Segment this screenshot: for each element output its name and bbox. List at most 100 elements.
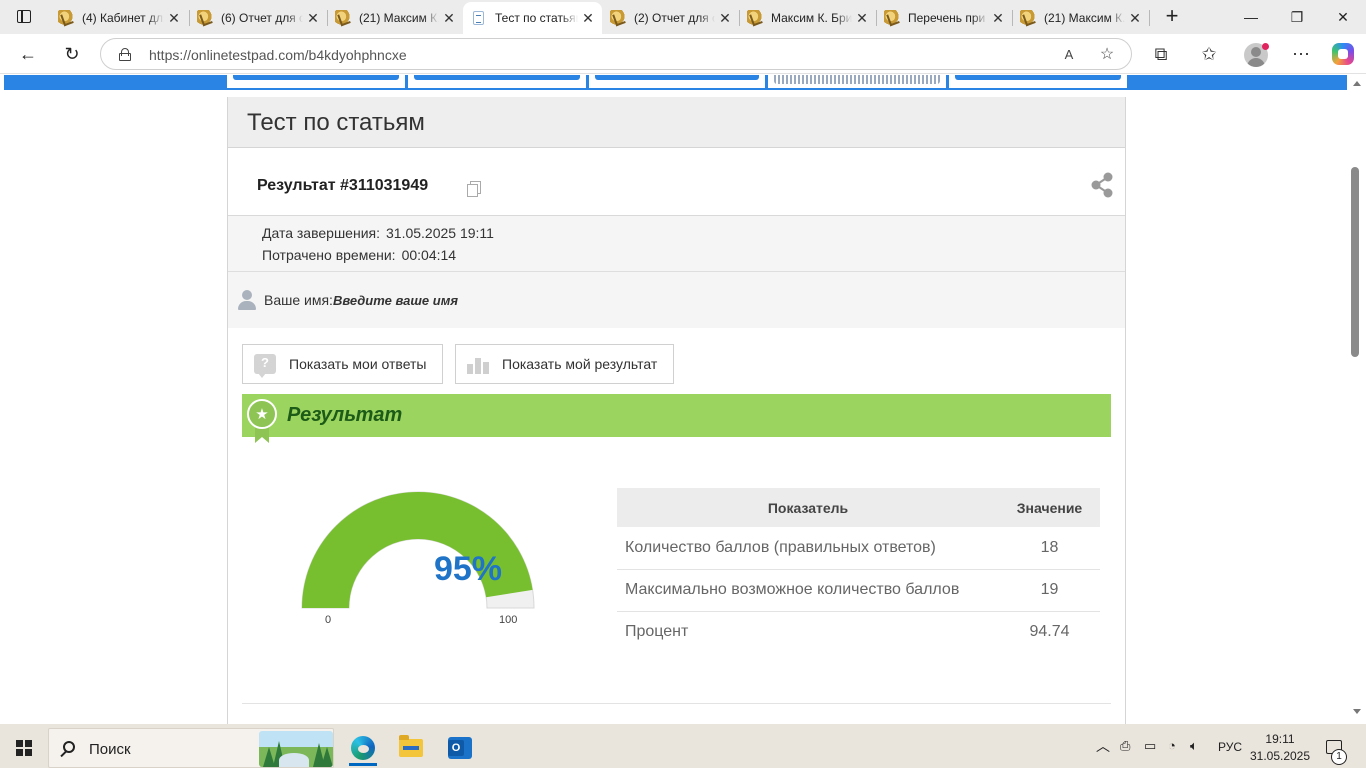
row-name: Процент [625,623,689,641]
close-window-icon[interactable]: ✕ [1320,0,1366,34]
tab-title: (2) Отчет для ст [634,11,715,25]
tab-title: (21) Максим К. [359,11,439,25]
more-menu-icon[interactable]: ⋯ [1290,43,1312,65]
outlook-icon[interactable] [440,730,480,766]
tab-title: Перечень при [908,11,986,25]
result-header: Результат #311031949 [228,148,1125,216]
gold-owl-icon [335,10,351,26]
close-tab-icon[interactable]: ✕ [715,10,735,27]
close-tab-icon[interactable]: ✕ [988,10,1008,27]
gauge-max-label: 100 [499,614,518,626]
name-input[interactable]: Введите ваше имя [333,293,458,308]
site-nav-tile[interactable] [408,75,586,88]
taskbar-clock[interactable]: 19:11 31.05.2025 [1244,731,1316,765]
show-answers-button[interactable]: Показать мои ответы [242,344,443,384]
test-result-card: Тест по статьям Результат #311031949 Дат… [227,97,1126,724]
gold-owl-icon [747,10,763,26]
notification-badge: 1 [1331,749,1347,765]
share-icon[interactable] [1090,172,1114,198]
browser-tab[interactable]: (6) Отчет для ст ✕ [189,4,327,32]
site-nav-tile[interactable] [227,75,405,88]
gold-owl-icon [58,10,74,26]
tab-title: (21) Максим К. [1044,11,1125,25]
test-doc-icon [473,11,484,25]
site-nav-tile[interactable] [949,75,1127,88]
windows-start-icon[interactable] [16,740,32,756]
row-name: Максимально возможное количество баллов [617,569,999,612]
browser-tab[interactable]: (21) Максим К. ✕ [327,4,463,32]
result-meta: Дата завершения: 31.05.2025 19:11 Потраче… [228,216,1125,272]
page-scrollbar[interactable] [1349,75,1366,724]
browser-tab[interactable]: Максим К. Бри ✕ [739,4,876,32]
taskbar-search[interactable]: Поиск [48,728,334,768]
completion-label: Дата завершения: [262,225,380,241]
wifi-icon[interactable]: ◔ [1168,738,1176,753]
volume-icon[interactable]: 🔈︎ [1190,738,1198,754]
gold-owl-icon [197,10,213,26]
result-banner: Результат [242,394,1111,443]
close-tab-icon[interactable]: ✕ [852,10,872,27]
medal-icon [247,399,277,447]
close-tab-icon[interactable]: ✕ [303,10,323,27]
restore-icon[interactable]: ❐ [1274,0,1320,34]
scroll-up-icon[interactable] [1353,81,1361,86]
tab-title: (4) Кабинет для [82,11,164,25]
gold-owl-icon [884,10,900,26]
site-nav-tile[interactable] [768,75,946,88]
scroll-thumb[interactable] [1351,167,1359,357]
browser-tab-active[interactable]: Тест по статьям ✕ [463,2,602,34]
extensions-icon[interactable]: ⧉ [1150,43,1172,65]
clock-date: 31.05.2025 [1249,749,1311,763]
battery-icon[interactable]: ▭ [1144,738,1156,754]
browser-toolbar: ← ↻ https://onlinetestpad.com/b4kdyohphn… [0,34,1366,74]
search-highlight-image[interactable] [259,731,333,767]
language-indicator[interactable]: РУС [1218,740,1242,754]
address-bar[interactable]: https://onlinetestpad.com/b4kdyohphncxe … [100,38,1132,70]
close-tab-icon[interactable]: ✕ [439,10,459,27]
browser-tab[interactable]: (4) Кабинет для ✕ [50,4,188,32]
show-answers-label: Показать мои ответы [289,356,427,372]
table-row: Максимально возможное количество баллов … [617,569,1100,612]
table-row: Процент 94.74 [617,611,1100,653]
tray-overflow-chevron-icon[interactable]: ︿ [1096,736,1110,756]
windows-taskbar: Поиск ︿ ⎙ ▭ ◔ 🔈︎ РУС 19:11 31.05.2025 1 [0,724,1366,768]
browser-tab[interactable]: (21) Максим К. ✕ [1012,4,1149,32]
copilot-icon[interactable] [1332,43,1354,65]
edge-taskbar-icon[interactable] [343,730,383,766]
row-value: 94.74 [1029,623,1070,641]
back-icon[interactable]: ← [12,39,44,69]
completion-date: Дата завершения: 31.05.2025 19:11 [262,225,494,241]
lock-icon[interactable] [119,48,131,61]
refresh-icon[interactable]: ↻ [56,39,88,69]
close-tab-icon[interactable]: ✕ [1125,10,1145,27]
browser-tab[interactable]: (2) Отчет для ст ✕ [602,4,739,32]
new-tab-icon[interactable]: + [1160,5,1184,29]
close-tab-icon[interactable]: ✕ [164,10,184,27]
tab-title: (6) Отчет для ст [221,11,303,25]
close-tab-icon[interactable]: ✕ [578,10,598,27]
favorite-star-icon[interactable]: ☆ [1097,45,1117,65]
result-body: Показать мои ответы Показать мой результ… [228,328,1125,724]
site-nav-tile[interactable] [589,75,765,88]
tab-actions-icon[interactable] [8,4,40,30]
test-title: Тест по статьям [228,97,1125,148]
show-result-button[interactable]: Показать мой результат [455,344,674,384]
name-label: Ваше имя:Введите ваше имя [264,292,458,308]
show-result-label: Показать мой результат [502,356,658,372]
score-table: Показатель Значение Количество баллов (п… [617,488,1100,653]
file-explorer-icon[interactable] [391,730,431,766]
time-spent: Потрачено времени: 00:04:14 [262,247,456,263]
scroll-down-icon[interactable] [1353,709,1361,714]
browser-tab[interactable]: Перечень при ✕ [876,4,1012,32]
tab-title: Тест по статьям [495,11,578,25]
favorites-icon[interactable]: ✩ [1198,43,1220,65]
minimize-icon[interactable]: — [1228,0,1274,34]
copy-icon[interactable] [467,181,481,197]
read-aloud-icon[interactable]: A [1059,45,1079,65]
url-text[interactable]: https://onlinetestpad.com/b4kdyohphncxe [149,47,407,63]
clock-time: 19:11 [1265,732,1295,746]
score-gauge: 95% 0 100 [288,478,548,628]
search-icon [63,741,75,753]
tab-title: Максим К. Бри [771,11,852,25]
meet-now-icon[interactable]: ⎙ [1120,738,1130,754]
